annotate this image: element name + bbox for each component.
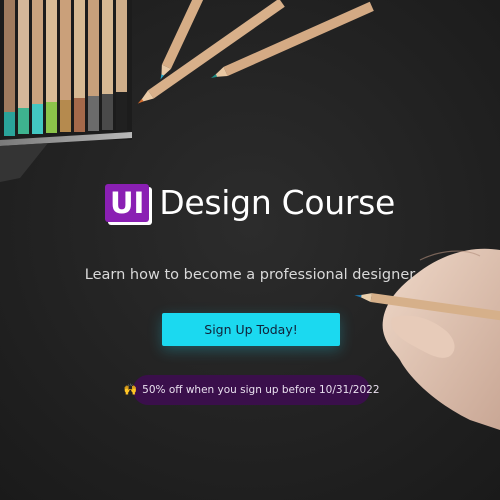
ui-badge: UI <box>104 184 150 222</box>
hero-section: UI Design Course Learn how to become a p… <box>0 0 500 500</box>
promo-text: 50% off when you sign up before 10/31/20… <box>142 384 380 396</box>
title-text: Design Course <box>159 183 396 222</box>
tagline: Learn how to become a professional desig… <box>84 267 416 283</box>
raising-hands-icon: 🙌 <box>123 383 138 396</box>
sign-up-button[interactable]: Sign Up Today! <box>162 313 340 346</box>
promo-banner: 🙌 50% off when you sign up before 10/31/… <box>123 375 380 405</box>
course-title: UI Design Course <box>0 178 500 228</box>
